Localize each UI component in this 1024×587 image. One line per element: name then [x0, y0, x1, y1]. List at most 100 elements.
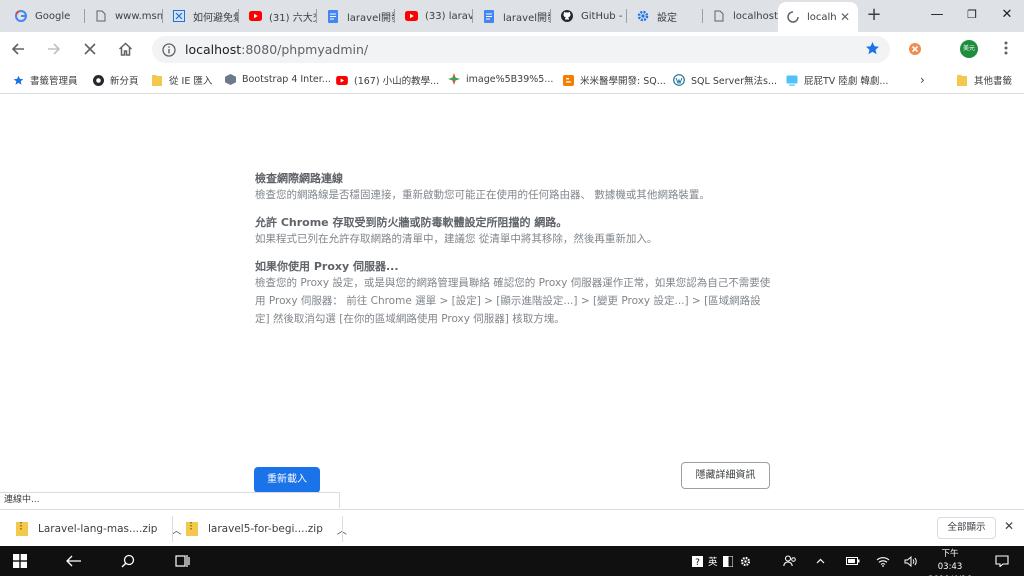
- bookmark-label: image%5B39%5...: [466, 73, 554, 85]
- status-bubble: 連線中...: [0, 492, 340, 508]
- tab-localhost[interactable]: localhost: [704, 4, 778, 28]
- people-icon[interactable]: [782, 551, 798, 571]
- arrow-right-icon: [48, 43, 61, 55]
- bookmark-import-ie[interactable]: 從 IE 匯入: [151, 73, 212, 87]
- restore-button[interactable]: ❐: [955, 0, 989, 30]
- tab-separator: [238, 9, 239, 23]
- back-arrow-icon[interactable]: [64, 551, 84, 571]
- bookmark-youtube[interactable]: (167) 小山的教學...: [336, 73, 439, 87]
- tab-youtube-2[interactable]: (33) laravel: [396, 4, 472, 28]
- download-filename: laravel5-for-begi....zip: [208, 523, 323, 535]
- close-icon[interactable]: ✕: [1004, 519, 1014, 533]
- notification-icon[interactable]: [994, 551, 1010, 571]
- docs-icon: [326, 9, 340, 23]
- youtube-icon: [336, 74, 348, 86]
- toolbar: localhost:8080/phpmyadmin/ 美元: [0, 32, 1024, 66]
- tab-separator: [84, 9, 85, 23]
- tab-strip: Google www.msn.c 如何避免彙 (31) 六大交 laravel開…: [0, 0, 1024, 32]
- bookmark-other[interactable]: 其他書籤: [956, 73, 1012, 87]
- tab-docs-2[interactable]: laravel開發: [474, 4, 550, 28]
- google-icon: [14, 9, 28, 23]
- bookmark-star-icon[interactable]: [865, 41, 880, 60]
- url-text[interactable]: localhost:8080/phpmyadmin/: [185, 42, 368, 57]
- tab-separator: [702, 9, 703, 23]
- ime-indicator[interactable]: 英: [708, 554, 718, 568]
- tab-localhost-active[interactable]: localh ✕: [778, 2, 858, 32]
- bookmark-image[interactable]: image%5B39%5...: [448, 73, 553, 85]
- menu-dots-icon[interactable]: [1000, 38, 1012, 58]
- bookmark-new-tab[interactable]: 新分頁: [92, 73, 139, 87]
- section-title: 如果你使用 Proxy 伺服器...: [255, 260, 399, 273]
- back-button[interactable]: [6, 37, 30, 61]
- tab-docs-1[interactable]: laravel開發: [318, 4, 394, 28]
- github-icon: [92, 74, 104, 86]
- settings-icon[interactable]: [738, 551, 752, 571]
- close-icon[interactable]: ✕: [840, 10, 850, 24]
- bookmark-label: (167) 小山的教學...: [354, 76, 440, 87]
- info-icon[interactable]: [162, 42, 176, 61]
- tab-label: laravel開發: [347, 12, 394, 24]
- bookmark-blogger[interactable]: 米米醫學開發: SQ...: [562, 73, 666, 87]
- tab-youtube-1[interactable]: (31) 六大交: [240, 4, 316, 28]
- loading-icon: [786, 10, 800, 24]
- battery-icon[interactable]: [846, 551, 860, 571]
- volume-icon[interactable]: [904, 551, 918, 571]
- chevron-right-icon[interactable]: ›: [920, 73, 925, 87]
- bookmark-manager[interactable]: 書籤管理員: [12, 73, 78, 87]
- tab-article[interactable]: 如何避免彙: [164, 4, 238, 28]
- new-tab-button[interactable]: +: [864, 4, 884, 26]
- star-icon: [12, 74, 24, 86]
- zip-file-icon: [16, 522, 28, 536]
- bookmark-label: 屁屁TV 陸劇 韓劇...: [804, 76, 889, 87]
- bookmark-sqlserver[interactable]: SQL Server無法s...: [673, 73, 777, 87]
- show-all-downloads-button[interactable]: 全部顯示: [937, 517, 996, 539]
- url-path: :8080/phpmyadmin/: [241, 42, 369, 57]
- hide-details-button[interactable]: 隱藏詳細資訊: [681, 462, 770, 489]
- docs-icon: [482, 9, 496, 23]
- download-separator: [342, 516, 343, 542]
- forward-button[interactable]: [42, 37, 66, 61]
- windows-start-icon[interactable]: [10, 551, 30, 571]
- section-body: 檢查您的 Proxy 設定，或是與您的網路管理員聯絡 確認您的 Proxy 伺服…: [255, 277, 771, 325]
- ime-mode-icon[interactable]: [722, 551, 734, 571]
- svg-text:?: ?: [695, 558, 700, 567]
- clock[interactable]: 下午 03:43 2019/4/16: [928, 548, 972, 587]
- extension-icon[interactable]: [908, 41, 922, 55]
- search-icon[interactable]: [118, 551, 138, 571]
- blogger-icon: [562, 74, 574, 86]
- profile-avatar[interactable]: 美元: [960, 40, 978, 58]
- youtube-icon: [404, 9, 418, 23]
- section-title: 允許 Chrome 存取受到防火牆或防毒軟體設定所阻擋的 網路。: [255, 216, 568, 229]
- tab-msn[interactable]: www.msn.c: [86, 4, 162, 28]
- tab-label: 設定: [657, 12, 677, 24]
- settings-icon: [636, 9, 650, 23]
- download-separator: [172, 516, 173, 542]
- download-item[interactable]: Laravel-lang-mas....zip ︿: [16, 519, 181, 539]
- bookmark-tv[interactable]: 屁屁TV 陸劇 韓劇...: [786, 73, 888, 87]
- window-close-button[interactable]: ✕: [990, 0, 1024, 30]
- download-item[interactable]: laravel5-for-begi....zip ︿: [186, 519, 347, 539]
- help-icon[interactable]: ?: [690, 551, 704, 571]
- reload-button[interactable]: 重新載入: [254, 467, 320, 493]
- wifi-icon[interactable]: [876, 551, 890, 571]
- tab-settings[interactable]: 設定: [628, 4, 702, 28]
- tab-label: GitHub - ca: [581, 10, 626, 22]
- tab-separator: [162, 9, 163, 23]
- tab-separator: [626, 9, 627, 23]
- bookmark-bootstrap[interactable]: Bootstrap 4 Inter...: [224, 73, 331, 85]
- chevron-up-icon[interactable]: [814, 551, 826, 571]
- tab-separator: [550, 9, 551, 23]
- address-bar[interactable]: localhost:8080/phpmyadmin/: [152, 36, 890, 63]
- task-view-icon[interactable]: [172, 551, 192, 571]
- minimize-button[interactable]: —: [920, 0, 954, 30]
- bookmark-label: 新分頁: [110, 76, 139, 87]
- arrow-left-icon: [11, 43, 24, 55]
- url-host: localhost: [185, 42, 242, 57]
- home-button[interactable]: [113, 37, 137, 61]
- close-icon: [84, 43, 96, 55]
- stop-button[interactable]: [78, 37, 102, 61]
- section-body: 如果程式已列在允許存取網路的清單中，建議您 從清單中將其移除，然後再重新加入。: [255, 233, 658, 245]
- bookmark-label: Bootstrap 4 Inter...: [242, 73, 331, 85]
- tab-github[interactable]: GitHub - ca: [552, 4, 626, 28]
- tab-google[interactable]: Google: [6, 4, 84, 28]
